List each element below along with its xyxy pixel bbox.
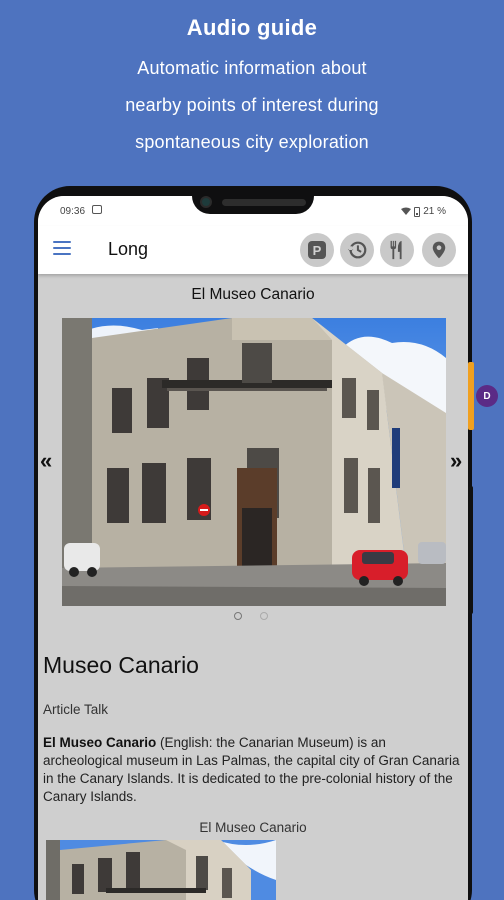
page-dot[interactable]	[260, 612, 268, 620]
article-lead-bold: El Museo Canario	[43, 735, 157, 750]
promo-subtitle-line-1: Automatic information about	[137, 58, 367, 78]
parking-button[interactable]: P	[300, 233, 334, 267]
gallery-caption: El Museo Canario	[191, 286, 315, 303]
earpiece-speaker	[222, 199, 306, 206]
phone-screen: 09:36 21 % Long P El Museo Canario « » M…	[38, 196, 468, 900]
app-bar: Long P	[38, 226, 468, 274]
museum-photo[interactable]	[62, 318, 446, 606]
article-figure-image[interactable]	[46, 840, 276, 900]
location-pin-icon	[432, 241, 446, 259]
side-tab-orange[interactable]	[468, 362, 474, 430]
message-icon	[92, 205, 102, 214]
gallery-page-indicator	[234, 612, 268, 620]
restaurant-icon	[390, 240, 402, 260]
wifi-icon	[401, 207, 412, 215]
front-camera	[200, 196, 212, 208]
location-button[interactable]	[422, 233, 456, 267]
battery-level: 21 %	[423, 206, 446, 217]
parking-icon: P	[308, 241, 326, 259]
battery-icon	[414, 206, 421, 217]
side-button	[468, 486, 473, 614]
app-bar-title: Long	[108, 239, 149, 259]
article-talk-tabs[interactable]: Article Talk	[43, 702, 108, 717]
status-indicators: 21 %	[401, 206, 446, 217]
history-button[interactable]	[340, 233, 374, 267]
promo-subtitle-line-3: spontaneous city exploration	[135, 132, 369, 152]
history-icon	[347, 241, 367, 259]
article-lead-paragraph: El Museo Canario (English: the Canarian …	[43, 734, 463, 806]
previous-image-arrow[interactable]: «	[40, 448, 52, 474]
promo-subtitle-line-2: nearby points of interest during	[125, 95, 379, 115]
hamburger-menu-icon[interactable]	[53, 241, 71, 255]
page-dot-active[interactable]	[234, 612, 242, 620]
figure-caption: El Museo Canario	[199, 820, 307, 835]
restaurant-button[interactable]	[380, 233, 414, 267]
article-title: Museo Canario	[43, 652, 199, 678]
status-time: 09:36	[60, 206, 86, 217]
promo-title: Audio guide	[186, 15, 318, 40]
side-badge[interactable]: D	[476, 385, 498, 407]
next-image-arrow[interactable]: »	[450, 448, 462, 474]
